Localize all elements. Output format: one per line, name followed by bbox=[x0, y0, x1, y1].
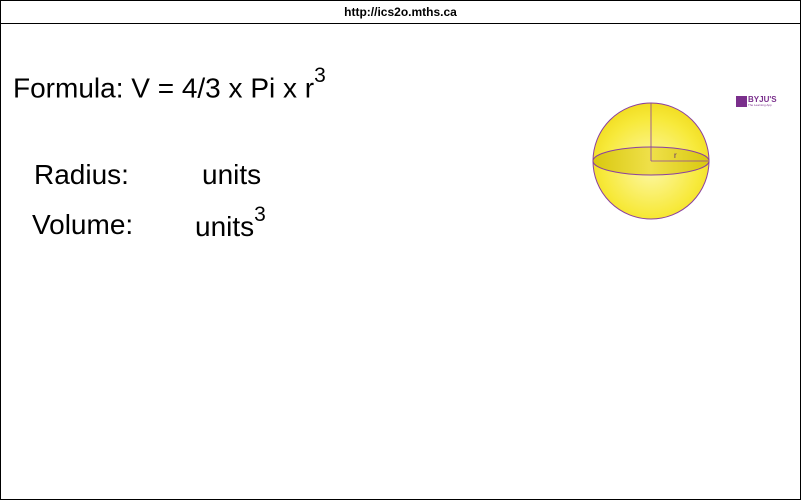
formula-text: Formula: V = 4/3 x Pi x r3 bbox=[13, 64, 326, 104]
volume-units-exponent: 3 bbox=[254, 202, 266, 226]
formula-main: Formula: V = 4/3 x Pi x r bbox=[13, 72, 315, 104]
volume-units-text: units bbox=[195, 211, 255, 242]
radius-marker: r bbox=[674, 151, 677, 160]
browser-window: http://ics2o.mths.ca Formula: V = 4/3 x … bbox=[0, 0, 801, 500]
formula-exponent: 3 bbox=[314, 64, 326, 87]
byjus-logo: BYJU'S The Learning App bbox=[736, 95, 778, 108]
radius-label: Radius: bbox=[34, 159, 129, 190]
logo-mark-icon bbox=[736, 96, 747, 107]
logo-subtext: The Learning App bbox=[748, 103, 772, 107]
sphere-diagram: r bbox=[592, 102, 710, 220]
url-text: http://ics2o.mths.ca bbox=[344, 5, 457, 19]
volume-label: Volume: bbox=[32, 209, 134, 240]
volume-units: units3 bbox=[195, 204, 266, 243]
url-bar: http://ics2o.mths.ca bbox=[1, 1, 800, 24]
radius-units: units bbox=[202, 159, 262, 190]
